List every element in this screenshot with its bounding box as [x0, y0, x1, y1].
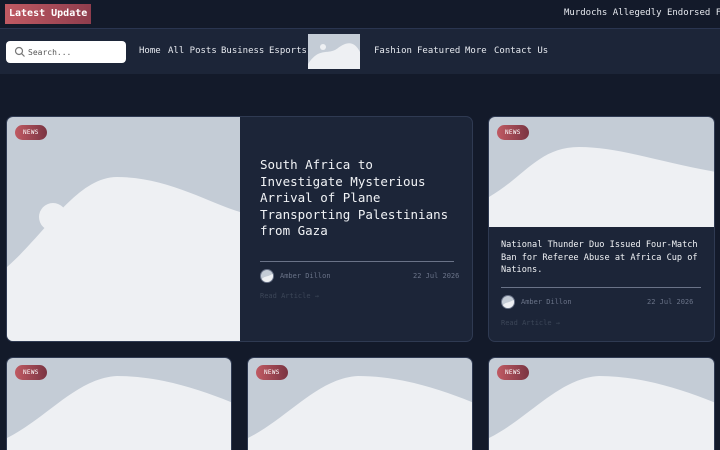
nav-business[interactable]: Business [221, 46, 264, 56]
article-card[interactable]: NEWS [488, 357, 715, 450]
divider [260, 261, 454, 262]
news-badge[interactable]: NEWS [497, 125, 529, 140]
featured-title[interactable]: South Africa to Investigate Mysterious A… [260, 157, 460, 240]
nav-fashion[interactable]: Fashion [374, 46, 412, 56]
author-avatar [501, 295, 515, 309]
search-box[interactable] [6, 41, 126, 63]
news-badge[interactable]: NEWS [15, 365, 47, 380]
latest-update-label: Latest Update [5, 4, 92, 24]
nav-home[interactable]: Home [139, 46, 161, 56]
featured-image [7, 117, 240, 341]
author-name[interactable]: Amber Dillon [521, 298, 572, 306]
side-article-title[interactable]: National Thunder Duo Issued Four-Match B… [501, 239, 706, 277]
nav-more[interactable]: More [465, 46, 487, 56]
site-logo[interactable] [308, 34, 360, 69]
divider [501, 287, 701, 288]
search-icon [14, 46, 25, 57]
article-card[interactable]: NEWS [247, 357, 473, 450]
side-article-card[interactable]: NEWS National Thunder Duo Issued Four-Ma… [488, 116, 715, 342]
logo-placeholder-image [308, 43, 360, 69]
nav-esports[interactable]: Esports [269, 46, 307, 56]
news-badge[interactable]: NEWS [497, 365, 529, 380]
latest-update-bar: Latest Update Murdochs Allegedly Endorse… [0, 0, 720, 28]
publish-date: 22 Jul 2026 [647, 298, 694, 306]
nav-contact-us[interactable]: Contact Us [494, 46, 548, 56]
featured-article-card[interactable]: NEWS South Africa to Investigate Mysteri… [6, 116, 473, 342]
ticker-headline[interactable]: Murdochs Allegedly Endorsed Fo [564, 8, 720, 22]
nav-featured[interactable]: Featured [417, 46, 460, 56]
news-badge[interactable]: NEWS [256, 365, 288, 380]
main-navbar: Home All Posts Business Esports Fashion … [0, 28, 720, 74]
news-badge[interactable]: NEWS [15, 125, 47, 140]
read-article-link[interactable]: Read Article → [501, 319, 560, 327]
read-article-link[interactable]: Read Article → [260, 292, 319, 300]
author-name[interactable]: Amber Dillon [280, 272, 331, 280]
article-card[interactable]: NEWS [6, 357, 232, 450]
publish-date: 22 Jul 2026 [413, 272, 460, 280]
nav-all-posts[interactable]: All Posts [168, 46, 217, 56]
search-input[interactable] [28, 43, 122, 61]
author-avatar [260, 269, 274, 283]
